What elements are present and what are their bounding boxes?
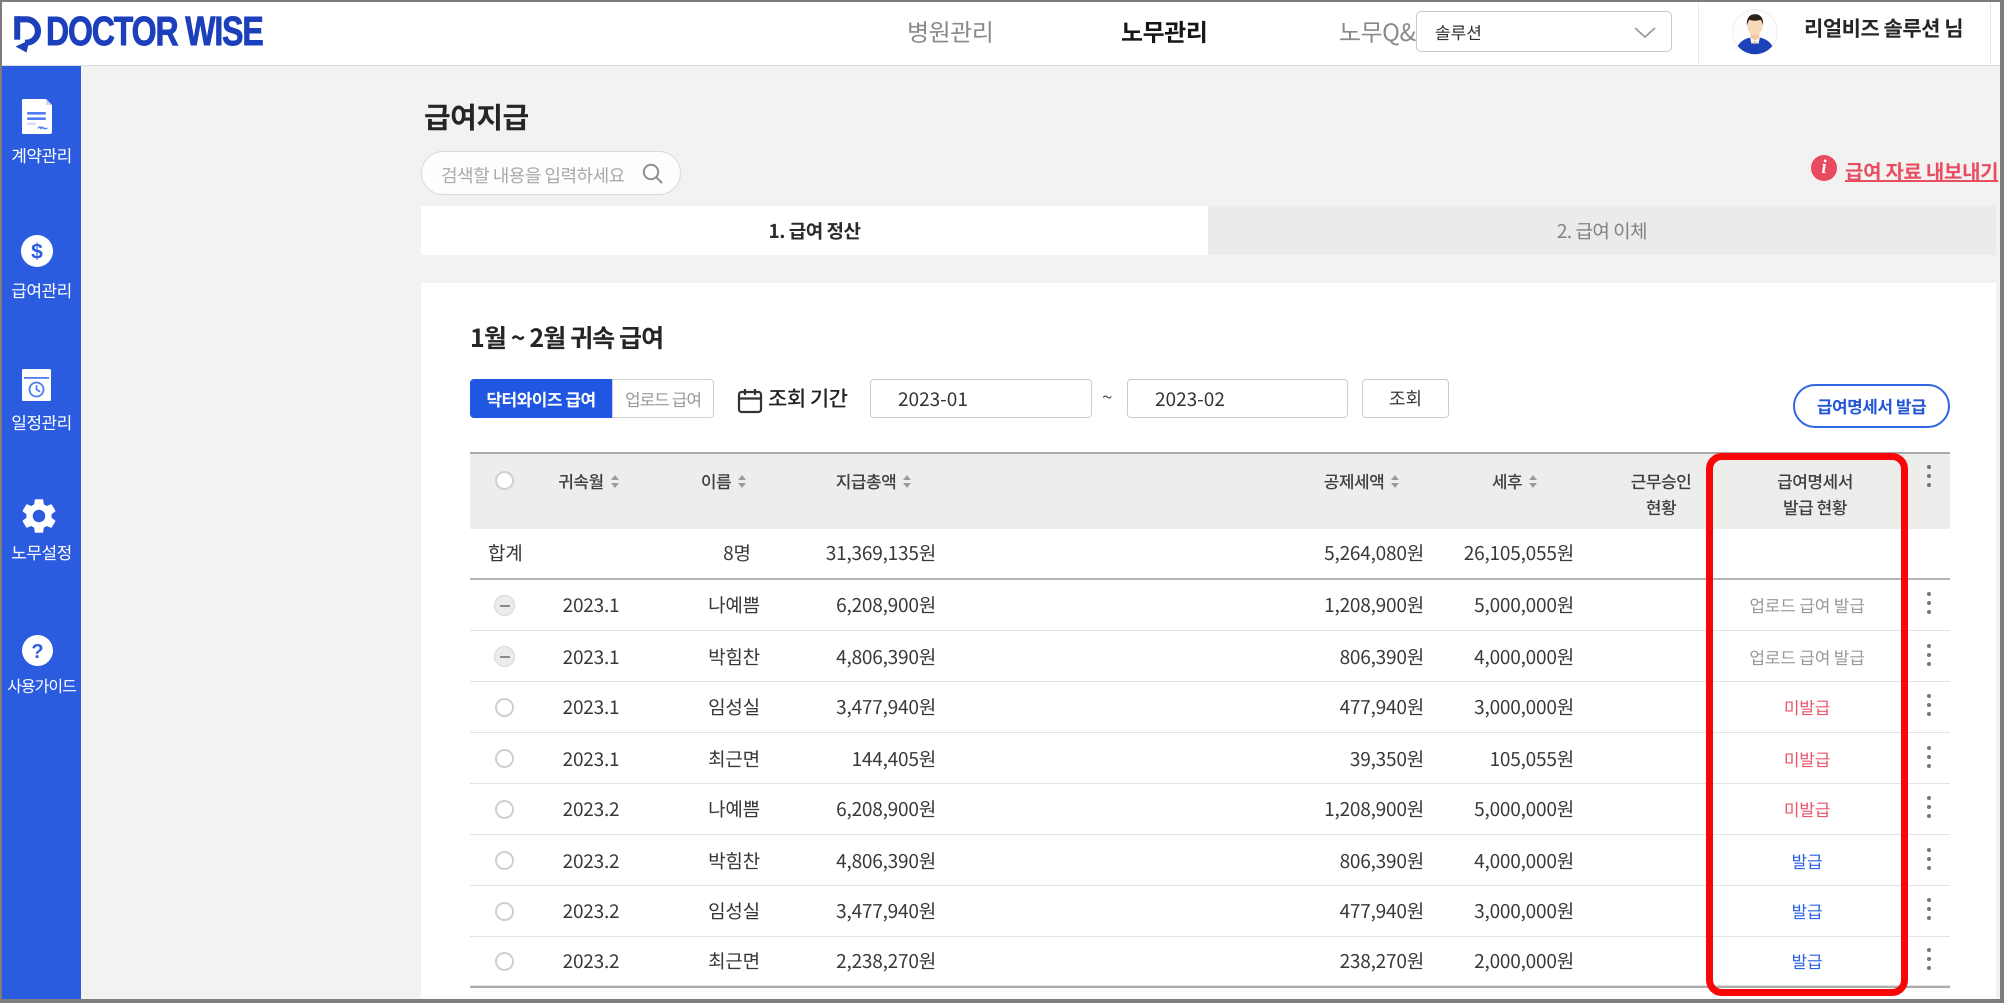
- svg-text:$: $: [31, 241, 43, 264]
- svg-text:?: ?: [31, 641, 43, 663]
